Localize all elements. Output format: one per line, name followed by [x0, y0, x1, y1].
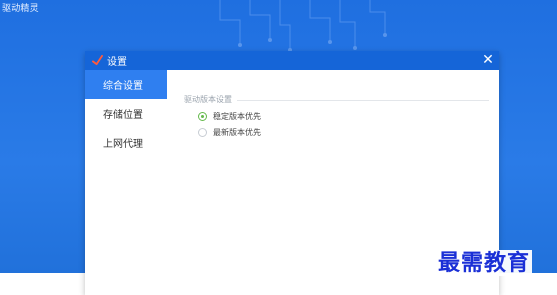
sidebar-item-proxy[interactable]: 上网代理 — [85, 128, 167, 157]
section-divider — [237, 100, 489, 101]
radio-option-latest[interactable]: 最新版本优先 — [198, 127, 261, 138]
sidebar-item-storage[interactable]: 存储位置 — [85, 99, 167, 128]
settings-sidebar: 综合设置 存储位置 上网代理 — [85, 70, 167, 295]
app-logo-icon — [91, 55, 103, 67]
radio-button[interactable] — [198, 112, 207, 121]
sidebar-item-general[interactable]: 综合设置 — [85, 70, 167, 99]
radio-label: 稳定版本优先 — [213, 112, 261, 121]
watermark-text: 最需教育 — [436, 250, 533, 276]
sidebar-item-label: 综合设置 — [103, 81, 143, 92]
app-title: 驱动精灵 — [2, 4, 39, 14]
radio-label: 最新版本优先 — [213, 128, 261, 137]
dialog-header: 设置 ✕ — [85, 51, 499, 70]
radio-button[interactable] — [198, 128, 207, 137]
sidebar-item-label: 上网代理 — [103, 139, 143, 150]
section-title: 驱动版本设置 — [184, 95, 232, 104]
close-icon[interactable]: ✕ — [481, 53, 495, 67]
desktop-background: 驱动精灵 设置 ✕ 综合设置 存储位置 上网代理 驱动版本设置 稳定版本优先 最… — [0, 0, 557, 295]
radio-option-stable[interactable]: 稳定版本优先 — [198, 111, 261, 122]
sidebar-item-label: 存储位置 — [103, 110, 143, 121]
dialog-title: 设置 — [107, 57, 127, 68]
